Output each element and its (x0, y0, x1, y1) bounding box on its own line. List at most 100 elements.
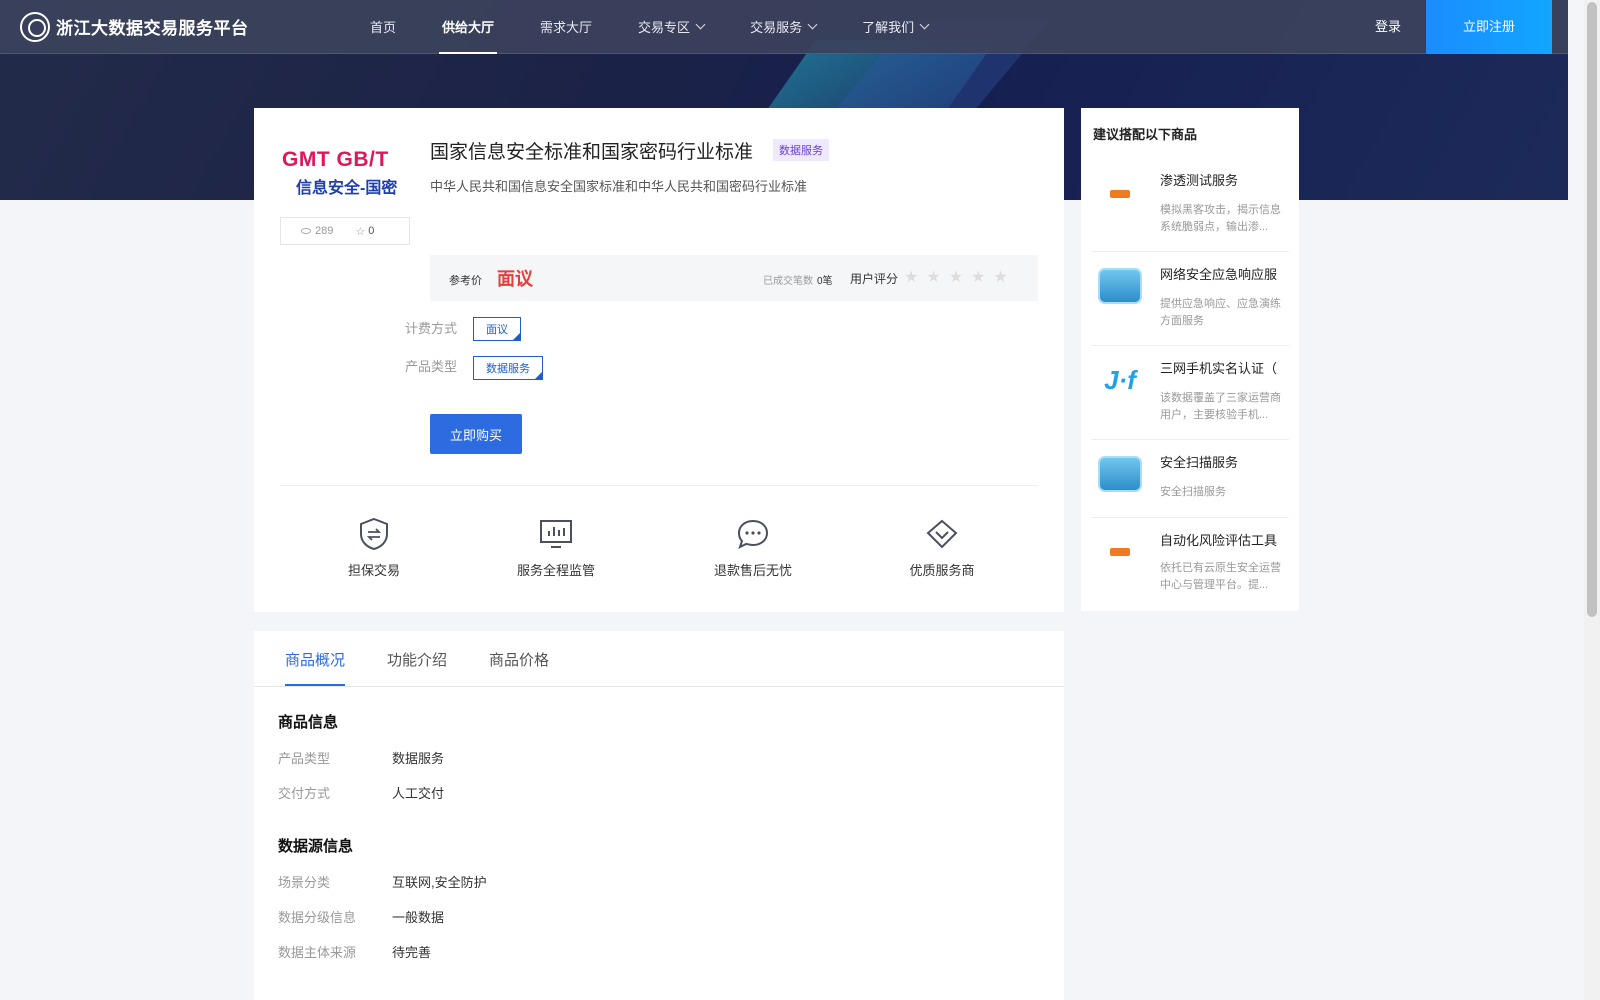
view-count: 289 (301, 225, 333, 237)
info-value: 待完善 (392, 945, 432, 960)
deal-count-value: 0笔 (817, 276, 833, 287)
brand-logo-icon (20, 11, 50, 42)
price-label: 参考价 (449, 275, 482, 287)
feature-quality-provider: 优质服务商 (887, 516, 997, 579)
deal-count-label: 已成交笔数 (763, 276, 813, 287)
chevron-down-icon (919, 19, 930, 30)
recommendation-item[interactable]: 自动化风险评估工具 依托已有云原生安全运营中心与管理平台。提... (1091, 518, 1289, 611)
recommendation-name: 网络安全应急响应服 (1160, 267, 1278, 282)
feature-label: 优质服务商 (909, 563, 975, 578)
nav-item-demand-hall[interactable]: 需求大厅 (517, 0, 615, 54)
feature-label: 担保交易 (347, 563, 400, 578)
product-logo-line2: 信息安全-国密 (296, 180, 398, 197)
product-detail-panel: 商品概况 功能介绍 商品价格 商品信息 产品类型 数据服务 交付方式 人工交付 … (254, 631, 1064, 1000)
detail-tabs: 商品概况 功能介绍 商品价格 (254, 631, 1064, 687)
billing-method-option[interactable]: 面议 (473, 317, 521, 341)
orange-logo-icon (1095, 532, 1145, 572)
brand-logo[interactable]: 浙江大数据交易服务平台 (20, 11, 320, 42)
chevron-down-icon (695, 19, 706, 30)
recommendation-desc: 依托已有云原生安全运营中心与管理平台。提... (1160, 562, 1281, 591)
product-type-label: 产品类型 (405, 359, 458, 374)
product-category-badge: 数据服务 (773, 139, 829, 161)
chevron-down-icon (807, 19, 818, 30)
star-outline-icon: ☆ (355, 225, 366, 238)
product-title: 国家信息安全标准和国家密码行业标准 (430, 142, 754, 163)
main-nav: 首页 供给大厅 需求大厅 交易专区 交易服务 了解我们 (347, 0, 951, 54)
product-card: GMT GB/T 信息安全-国密 289 ☆ 0 国家信息安全标准和国家密码行业标… (254, 108, 1064, 612)
rating-stars: ★★★★★ (904, 269, 1016, 286)
cloud-badge-icon (1095, 266, 1145, 306)
info-value: 互联网,安全防护 (392, 875, 487, 890)
shield-icon (356, 516, 392, 552)
source-info-title: 数据源信息 (278, 838, 354, 855)
divider (280, 485, 1038, 486)
feature-label: 服务全程监管 (516, 563, 595, 578)
product-subtitle: 中华人民共和国信息安全国家标准和中华人民共和国密码行业标准 (430, 179, 808, 194)
product-stats: 289 ☆ 0 (280, 217, 410, 245)
nav-label: 首页 (370, 20, 397, 35)
nav-item-trade-zone[interactable]: 交易专区 (615, 0, 727, 54)
nav-label: 了解我们 (862, 20, 915, 35)
register-button[interactable]: 立即注册 (1426, 0, 1552, 54)
tab-features[interactable]: 功能介绍 (387, 649, 447, 670)
recommendation-title: 建议搭配以下商品 (1093, 127, 1198, 142)
recommendation-name: 三网手机实名认证（ (1160, 361, 1278, 376)
product-logo: GMT GB/T 信息安全-国密 (282, 148, 412, 198)
info-value: 人工交付 (392, 786, 445, 801)
nav-item-supply-hall[interactable]: 供给大厅 (419, 0, 517, 54)
feature-supervision: 服务全程监管 (501, 516, 611, 579)
info-key: 产品类型 (278, 751, 331, 766)
favorite-count-value: 0 (368, 225, 375, 237)
feature-refund: 退款售后无忧 (698, 516, 808, 579)
jf-logo-icon: J·f (1104, 364, 1136, 395)
recommendation-item[interactable]: 渗透测试服务 模拟黑客攻击，揭示信息系统脆弱点，输出渗... (1091, 158, 1289, 252)
tab-overview[interactable]: 商品概况 (285, 649, 346, 686)
nav-item-about-us[interactable]: 了解我们 (839, 0, 951, 54)
recommendation-desc: 安全扫描服务 (1160, 486, 1226, 498)
buy-now-button[interactable]: 立即购买 (430, 414, 522, 454)
eye-icon (301, 228, 311, 234)
billing-method-label: 计费方式 (405, 321, 458, 336)
recommendation-desc: 提供应急响应、应急演练方面服务 (1160, 298, 1281, 327)
login-link[interactable]: 登录 (1375, 0, 1401, 54)
product-logo-line1: GMT GB/T (282, 148, 389, 171)
scrollbar-thumb[interactable] (1587, 2, 1597, 617)
feature-label: 退款售后无忧 (713, 563, 792, 578)
diamond-icon (924, 516, 960, 552)
nav-label: 供给大厅 (442, 20, 495, 35)
tab-pricing[interactable]: 商品价格 (489, 649, 549, 670)
orange-logo-icon (1095, 174, 1145, 214)
recommendation-name: 安全扫描服务 (1160, 455, 1239, 470)
info-value: 数据服务 (392, 751, 445, 766)
rating-label: 用户评分 (850, 272, 899, 286)
recommendation-item[interactable]: 安全扫描服务 安全扫描服务 (1091, 440, 1289, 518)
product-type-option[interactable]: 数据服务 (473, 356, 543, 380)
page-scrollbar[interactable] (1584, 0, 1600, 1000)
info-value: 一般数据 (392, 910, 445, 925)
product-info-title: 商品信息 (278, 714, 339, 731)
recommendation-desc: 模拟黑客攻击，揭示信息系统脆弱点，输出渗... (1160, 204, 1281, 233)
recommendation-panel: 建议搭配以下商品 渗透测试服务 模拟黑客攻击，揭示信息系统脆弱点，输出渗... … (1081, 108, 1299, 611)
recommendation-item[interactable]: J·f 三网手机实名认证（ 该数据覆盖了三家运营商用户，主要核验手机... (1091, 346, 1289, 440)
recommendation-desc: 该数据覆盖了三家运营商用户，主要核验手机... (1160, 392, 1281, 421)
recommendation-name: 渗透测试服务 (1160, 173, 1239, 188)
price-value: 面议 (497, 269, 533, 289)
info-key: 数据主体来源 (278, 945, 357, 960)
chat-bubble-icon (735, 516, 771, 552)
price-box: 参考价 面议 已成交笔数 0笔 用户评分 ★★★★★ (430, 255, 1038, 301)
recommendation-item[interactable]: 网络安全应急响应服 提供应急响应、应急演练方面服务 (1091, 252, 1289, 346)
recommendation-name: 自动化风险评估工具 (1160, 533, 1278, 548)
cloud-badge-icon (1095, 454, 1145, 494)
nav-label: 交易专区 (638, 20, 691, 35)
nav-label: 需求大厅 (540, 20, 593, 35)
nav-item-home[interactable]: 首页 (347, 0, 419, 54)
feature-guarantee: 担保交易 (319, 516, 429, 579)
deal-count: 已成交笔数 0笔 (763, 272, 833, 287)
favorite-count[interactable]: ☆ 0 (355, 225, 374, 238)
nav-label: 交易服务 (750, 20, 803, 35)
nav-item-trade-service[interactable]: 交易服务 (727, 0, 839, 54)
view-count-value: 289 (315, 225, 334, 237)
info-key: 场景分类 (278, 875, 331, 890)
monitor-chart-icon (538, 516, 574, 552)
info-key: 数据分级信息 (278, 910, 357, 925)
